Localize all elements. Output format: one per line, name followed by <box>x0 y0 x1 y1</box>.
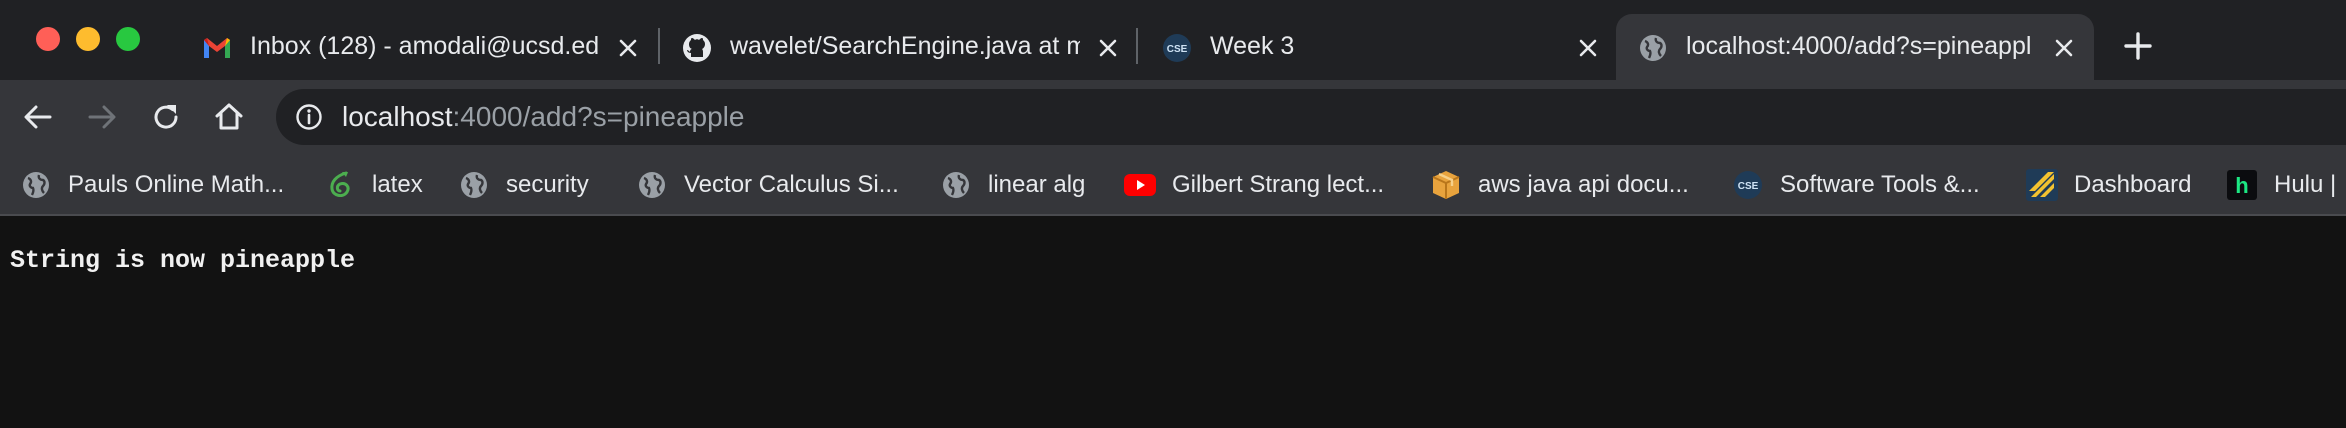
home-icon[interactable] <box>209 97 249 137</box>
bookmark-label: Dashboard <box>2074 171 2192 198</box>
globe-icon <box>458 169 490 201</box>
bookmark-linear-alg[interactable]: linear alg <box>940 166 1085 204</box>
tab-title: wavelet/SearchEngine.java at main <box>730 32 1080 60</box>
overleaf-icon <box>324 169 356 201</box>
tab-close-icon[interactable] <box>613 33 643 63</box>
bookmark-label: Vector Calculus Si... <box>684 171 899 198</box>
tab-close-icon[interactable] <box>2049 33 2079 63</box>
bookmark-software-tools[interactable]: CSE Software Tools &... <box>1732 166 1980 204</box>
tab-gmail-inbox[interactable]: Inbox (128) - amodali@ucsd.edu <box>180 14 650 80</box>
maximize-window-button[interactable] <box>116 27 140 51</box>
tab-title: localhost:4000/add?s=pineapple <box>1686 32 2031 60</box>
bookmarks-bar: Pauls Online Math... latex security Vect… <box>0 154 2346 216</box>
address-bar[interactable]: localhost:4000/add?s=pineapple <box>276 89 2346 145</box>
new-tab-plus-icon[interactable] <box>2120 28 2156 64</box>
tab-title: Week 3 <box>1210 32 1295 60</box>
response-text: String is now pineapple <box>10 246 356 275</box>
back-arrow-icon[interactable] <box>18 97 58 137</box>
cse-icon: CSE <box>1732 169 1764 201</box>
bookmark-label: linear alg <box>988 171 1086 198</box>
forward-arrow-icon[interactable] <box>82 97 122 137</box>
site-info-icon[interactable] <box>294 102 324 132</box>
dashboard-icon <box>2026 169 2058 201</box>
close-window-button[interactable] <box>36 27 60 51</box>
page-content: String is now pineapple <box>0 216 2346 428</box>
bookmark-label: Gilbert Strang lect... <box>1172 171 1385 198</box>
bookmark-label: security <box>506 171 589 198</box>
bookmark-hulu[interactable]: h Hulu | <box>2226 166 2336 204</box>
svg-text:CSE: CSE <box>1738 181 1759 192</box>
bookmark-aws-java-api[interactable]: aws java api docu... <box>1430 166 1689 204</box>
bookmark-security[interactable]: security <box>458 166 589 204</box>
url-path: :4000/add?s=pineapple <box>452 101 745 132</box>
globe-icon <box>940 169 972 201</box>
tab-title: Inbox (128) - amodali@ucsd.edu <box>250 32 600 60</box>
bookmark-pauls-online-math[interactable]: Pauls Online Math... <box>20 166 284 204</box>
url-text[interactable]: localhost:4000/add?s=pineapple <box>342 101 744 133</box>
bookmark-label: Software Tools &... <box>1780 171 1980 198</box>
globe-icon <box>20 169 52 201</box>
reload-icon[interactable] <box>146 97 186 137</box>
bookmark-dashboard[interactable]: Dashboard <box>2026 166 2191 204</box>
bookmark-vector-calculus[interactable]: Vector Calculus Si... <box>636 166 899 204</box>
tab-close-icon[interactable] <box>1093 33 1123 63</box>
tab-separator <box>1136 28 1138 64</box>
globe-icon <box>636 169 668 201</box>
bookmark-label: latex <box>372 171 423 198</box>
youtube-icon <box>1124 169 1156 201</box>
github-icon <box>682 33 712 63</box>
minimize-window-button[interactable] <box>76 27 100 51</box>
hulu-icon: h <box>2226 169 2258 201</box>
tab-strip: Inbox (128) - amodali@ucsd.edu wavelet/S… <box>0 0 2346 80</box>
svg-text:h: h <box>2235 173 2248 198</box>
package-icon <box>1430 169 1462 201</box>
tab-close-icon[interactable] <box>1573 33 1603 63</box>
tab-week-3[interactable]: CSE Week 3 <box>1140 14 1610 80</box>
globe-icon <box>1638 33 1668 63</box>
bookmark-label: Pauls Online Math... <box>68 171 285 198</box>
svg-text:CSE: CSE <box>1167 44 1188 55</box>
gmail-icon <box>202 33 232 63</box>
browser-window: Inbox (128) - amodali@ucsd.edu wavelet/S… <box>0 0 2346 428</box>
cse-icon: CSE <box>1162 33 1192 63</box>
bookmark-gilbert-strang[interactable]: Gilbert Strang lect... <box>1124 166 1384 204</box>
tab-localhost-add[interactable]: localhost:4000/add?s=pineapple <box>1616 14 2094 80</box>
bookmark-latex[interactable]: latex <box>324 166 423 204</box>
toolbar: localhost:4000/add?s=pineapple <box>0 80 2346 154</box>
bookmark-label: Hulu | <box>2274 171 2337 198</box>
url-host: localhost <box>342 101 453 132</box>
tab-github-searchengine[interactable]: wavelet/SearchEngine.java at main <box>660 14 1130 80</box>
bookmark-label: aws java api docu... <box>1478 171 1689 198</box>
